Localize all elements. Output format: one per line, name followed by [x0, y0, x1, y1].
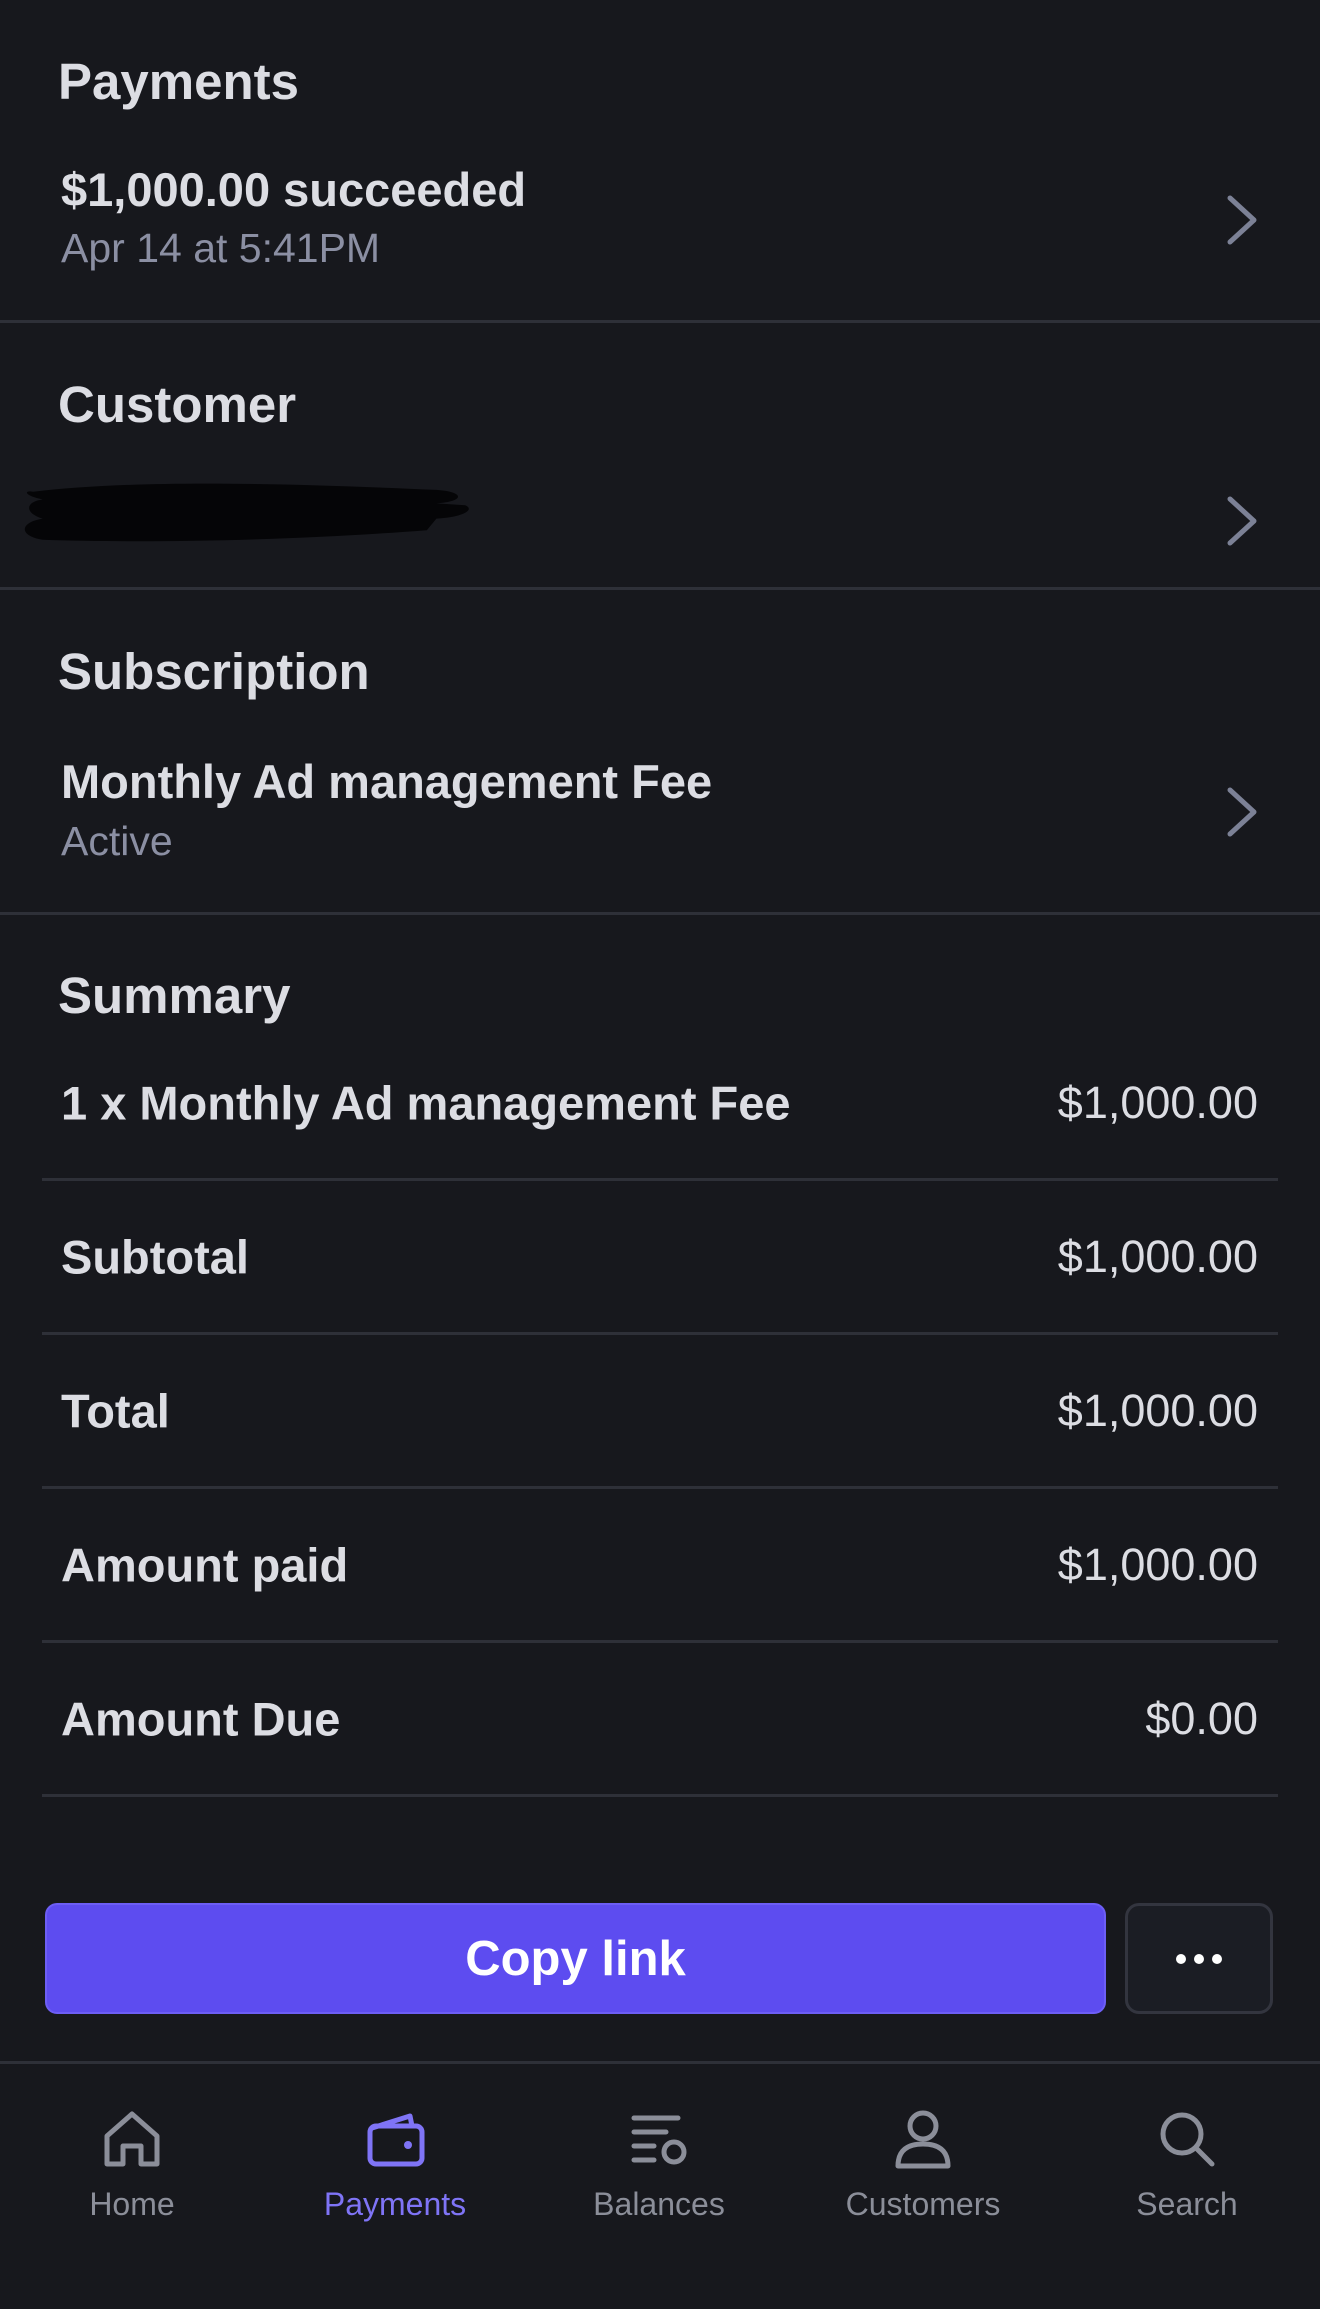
chevron-right-icon — [1227, 496, 1257, 546]
tab-home[interactable]: Home — [0, 2084, 264, 2234]
subscription-section: Subscription Monthly Ad management Fee A… — [0, 590, 1320, 915]
summary-line-value: $0.00 — [1145, 1692, 1258, 1744]
tab-balances[interactable]: Balances — [527, 2084, 791, 2234]
summary-line-item: 1 x Monthly Ad management Fee $1,000.00 — [42, 1027, 1278, 1181]
subscription-section-title: Subscription — [58, 643, 370, 700]
summary-amount-paid: Amount paid $1,000.00 — [42, 1489, 1278, 1643]
copy-link-button[interactable]: Copy link — [45, 1903, 1106, 2014]
summary-line-value: $1,000.00 — [1057, 1538, 1258, 1590]
summary-line-label: Total — [61, 1384, 170, 1437]
search-icon — [1160, 2112, 1215, 2167]
summary-subtotal: Subtotal $1,000.00 — [42, 1181, 1278, 1335]
wallet-icon — [367, 2113, 425, 2167]
payments-section-title: Payments — [58, 53, 299, 110]
subscription-name: Monthly Ad management Fee — [61, 755, 713, 808]
summary-line-label: Subtotal — [61, 1230, 249, 1283]
person-icon — [895, 2110, 951, 2169]
tab-customers[interactable]: Customers — [791, 2084, 1055, 2234]
ellipsis-icon — [1176, 1953, 1222, 1964]
tab-label: Home — [89, 2186, 175, 2222]
balances-icon — [631, 2115, 687, 2165]
customer-row[interactable] — [0, 453, 1320, 573]
chevron-right-icon — [1227, 787, 1257, 837]
payment-row[interactable]: $1,000.00 succeeded Apr 14 at 5:41PM — [0, 150, 1320, 290]
tab-label: Payments — [323, 2186, 467, 2222]
summary-line-value: $1,000.00 — [1057, 1384, 1258, 1436]
tab-label: Search — [1136, 2186, 1238, 2222]
summary-section-title: Summary — [58, 967, 291, 1024]
more-options-button[interactable] — [1125, 1903, 1273, 2014]
payment-detail-screen: Payments $1,000.00 succeeded Apr 14 at 5… — [0, 0, 1320, 2309]
summary-line-label: Amount paid — [61, 1538, 349, 1591]
tab-label: Customers — [845, 2186, 1001, 2222]
home-icon — [104, 2111, 160, 2167]
payment-date: Apr 14 at 5:41PM — [61, 225, 381, 271]
subscription-status: Active — [61, 818, 173, 864]
summary-amount-due: Amount Due $0.00 — [42, 1643, 1278, 1797]
subscription-row[interactable]: Monthly Ad management Fee Active — [0, 740, 1320, 880]
bottom-tab-bar: Home Payments Balances Customers Search — [0, 2064, 1320, 2309]
tab-search[interactable]: Search — [1055, 2084, 1319, 2234]
summary-total: Total $1,000.00 — [42, 1335, 1278, 1489]
customer-section: Customer — [0, 323, 1320, 590]
redacted-customer-name — [24, 483, 469, 542]
payment-amount-status: $1,000.00 succeeded — [61, 163, 527, 216]
payments-section: Payments $1,000.00 succeeded Apr 14 at 5… — [0, 0, 1320, 323]
tab-payments[interactable]: Payments — [263, 2084, 527, 2234]
summary-line-label: 1 x Monthly Ad management Fee — [61, 1076, 791, 1129]
tab-label: Balances — [593, 2186, 725, 2222]
summary-line-value: $1,000.00 — [1057, 1230, 1258, 1282]
chevron-right-icon — [1227, 195, 1257, 245]
summary-line-value: $1,000.00 — [1057, 1076, 1258, 1128]
customer-section-title: Customer — [58, 376, 297, 433]
summary-line-label: Amount Due — [61, 1692, 341, 1745]
